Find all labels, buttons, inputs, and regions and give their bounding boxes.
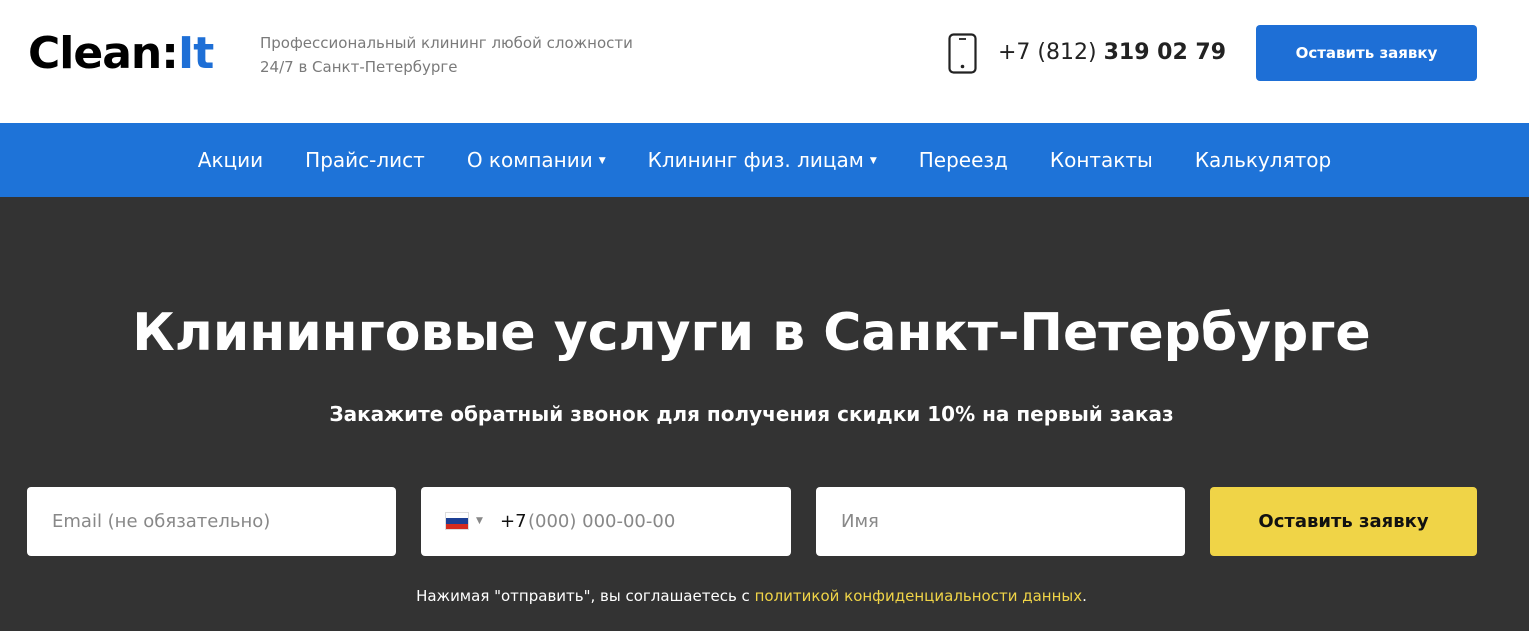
consent-before: Нажимая "отправить", вы соглашаетесь с — [416, 587, 755, 605]
phone-main: 319 02 79 — [1103, 40, 1227, 65]
logo-main: Clean: — [28, 28, 179, 79]
email-field[interactable] — [27, 487, 396, 556]
hero-subtitle: Закажите обратный звонок для получения с… — [329, 402, 1174, 426]
privacy-policy-link[interactable]: политикой конфиденциальности данных — [755, 587, 1083, 605]
nav-item-promotions[interactable]: Акции — [198, 148, 263, 172]
nav-item-label: Калькулятор — [1194, 148, 1332, 172]
name-field[interactable] — [816, 487, 1185, 556]
consent-text: Нажимая "отправить", вы соглашаетесь с п… — [0, 585, 1503, 607]
tagline-line-2: 24/7 в Санкт-Петербурге — [260, 58, 458, 76]
nav-items: Акции Прайс-лист О компании ▼ Клининг физ… — [0, 123, 1529, 197]
nav-item-label: О компании — [466, 148, 593, 172]
chevron-down-icon: ▼ — [598, 156, 606, 166]
nav-item-label: Клининг физ. лицам — [647, 148, 864, 172]
consent-after: . — [1082, 587, 1087, 605]
main-nav: Акции Прайс-лист О компании ▼ Клининг физ… — [0, 123, 1529, 197]
nav-item-about[interactable]: О компании ▼ — [467, 148, 606, 172]
chevron-down-icon[interactable]: ▼ — [476, 516, 483, 526]
site-header: Clean:It Профессиональный клининг любой … — [0, 0, 1529, 123]
header-request-button[interactable]: Оставить заявку — [1256, 25, 1477, 81]
logo-accent: It — [177, 28, 214, 79]
nav-item-contacts[interactable]: Контакты — [1050, 148, 1153, 172]
chevron-down-icon: ▼ — [869, 156, 877, 166]
nav-item-label: Акции — [197, 148, 264, 172]
name-field-wrapper — [816, 487, 1185, 556]
nav-item-label: Контакты — [1049, 148, 1153, 172]
smartphone-icon — [948, 33, 977, 74]
phone-input-wrapper — [518, 487, 768, 556]
phone-number[interactable]: +7 (812) 319 02 79 — [998, 38, 1226, 68]
nav-item-label: Прайс-лист — [305, 148, 425, 172]
nav-item-label: Переезд — [918, 148, 1008, 172]
email-field-wrapper — [27, 487, 396, 556]
hero-section: Клининговые услуги в Санкт-Петербурге За… — [0, 197, 1529, 631]
nav-item-private-cleaning[interactable]: Клининг физ. лицам ▼ — [648, 148, 877, 172]
hero-title: Клининговые услуги в Санкт-Петербурге — [132, 303, 1371, 363]
phone-prefix: +7 (812) — [998, 40, 1104, 65]
nav-item-price-list[interactable]: Прайс-лист — [305, 148, 425, 172]
russia-flag-icon[interactable] — [445, 512, 469, 530]
tagline: Профессиональный клининг любой сложности… — [260, 31, 680, 79]
nav-item-calculator[interactable]: Калькулятор — [1195, 148, 1331, 172]
tagline-line-1: Профессиональный клининг любой сложности — [260, 34, 633, 52]
phone-field[interactable] — [518, 487, 768, 556]
nav-item-moving[interactable]: Переезд — [919, 148, 1008, 172]
phone-field-wrapper: ▼ +7 — [421, 487, 791, 556]
logo[interactable]: Clean:It — [28, 28, 214, 80]
submit-request-button[interactable]: Оставить заявку — [1210, 487, 1477, 556]
